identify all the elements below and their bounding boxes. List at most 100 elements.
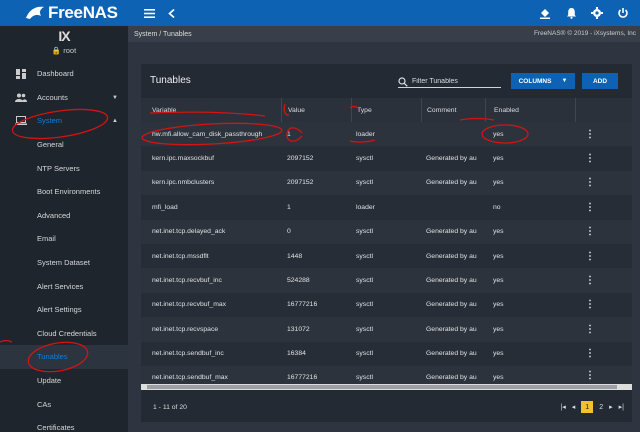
cell-enabled: no [493,203,501,211]
columns-button[interactable]: COLUMNS ▼ [511,73,575,89]
cell-enabled: yes [493,155,504,163]
sidebar-item-accounts[interactable]: Accounts ▼ [0,86,128,110]
page-2-button[interactable]: 2 [599,404,603,411]
row-menu-icon[interactable]: ⋮ [575,275,605,286]
scrollbar-thumb[interactable] [147,385,617,389]
column-header-value[interactable]: Value [281,98,351,122]
column-header-variable[interactable]: Variable [141,98,281,122]
horizontal-scrollbar[interactable] [141,384,632,390]
user-label[interactable]: 🔒 root [0,46,128,55]
table-row[interactable]: net.inet.tcp.sendbuf_inc 16384 sysctl Gener… [141,341,632,366]
table-row[interactable]: kern.ipc.maxsockbuf 2097152 sysctl Generate… [141,146,632,171]
sidebar-item-label: Accounts [37,92,68,102]
sidebar-item-dashboard[interactable]: Dashboard [0,62,128,86]
sidebar-subitem-label: General [37,140,64,150]
chevron-left-icon[interactable] [164,6,178,20]
sidebar-subitem-ntp-servers[interactable]: NTP Servers [0,156,128,180]
tunables-card: Tunables COLUMNS ▼ ADD Variable Value Ty… [141,64,632,422]
column-header-enabled[interactable]: Enabled [485,98,575,122]
sidebar-subitem-alert-services[interactable]: Alert Services [0,274,128,298]
add-button[interactable]: ADD [582,73,618,89]
sidebar-subitem-update[interactable]: Update [0,369,128,393]
sidebar-subitem-cas[interactable]: CAs [0,392,128,416]
dashboard-icon [15,68,27,79]
cell-enabled: yes [493,130,504,138]
next-page-icon[interactable]: ▸ [609,403,613,411]
cell-value: 16777216 [287,373,318,381]
cell-value: 16384 [287,350,306,358]
table-row[interactable]: hw.mfi.allow_cam_disk_passthrough 1 loader… [141,122,632,147]
sidebar-subitem-system-dataset[interactable]: System Dataset [0,251,128,275]
table-row[interactable]: kern.ipc.nmbclusters 2097152 sysctl Generat… [141,170,632,196]
cell-type: sysctl [356,277,373,285]
sidebar-subitem-cloud-credentials[interactable]: Cloud Credentials [0,322,128,346]
row-menu-icon[interactable]: ⋮ [575,370,605,381]
sidebar-subitem-label: Advanced [37,210,71,220]
sidebar-subitem-label: Tunables [37,352,68,362]
breadcrumb-path[interactable]: System / Tunables [134,31,192,38]
cell-comment: Generated by au [426,373,477,381]
sidebar-subitem-label: Update [37,376,62,386]
row-menu-icon[interactable]: ⋮ [575,202,605,213]
column-header-type[interactable]: Type [351,98,421,122]
paint-bucket-icon[interactable] [538,6,552,20]
row-menu-icon[interactable]: ⋮ [575,129,605,140]
row-menu-icon[interactable]: ⋮ [575,324,605,335]
first-page-icon[interactable]: |◂ [560,403,565,411]
table-row[interactable]: net.inet.tcp.recvbuf_inc 524288 sysctl Gene… [141,268,632,293]
copyright-text: FreeNAS® © 2019 - iXsystems, Inc [533,30,636,37]
search-input[interactable] [412,78,497,85]
sidebar: IX 🔒 root Dashboard Accounts ▼ System ▲ … [0,26,128,432]
cell-value: 1 [287,203,291,211]
page-1-button[interactable]: 1 [581,401,594,413]
cell-enabled: yes [493,301,504,309]
cell-type: sysctl [356,325,373,333]
sidebar-subitem-boot-environments[interactable]: Boot Environments [0,180,128,204]
row-menu-icon[interactable]: ⋮ [575,299,605,310]
pagination-bar: 1 - 11 of 20 |◂ ◂ 1 2 ▸ ▸| [141,400,632,418]
table-row[interactable]: net.inet.tcp.recvbuf_max 16777216 sysctl Ge… [141,292,632,318]
prev-page-icon[interactable]: ◂ [572,403,576,411]
row-menu-icon[interactable]: ⋮ [575,251,605,262]
gear-icon[interactable] [590,6,604,20]
cell-comment: Generated by au [426,301,477,309]
top-bar: FreeNAS [0,0,640,26]
sidebar-item-system[interactable]: System ▲ [0,109,128,133]
sidebar-subitem-label: CAs [37,399,52,409]
sidebar-subitem-advanced[interactable]: Advanced [0,204,128,228]
cell-type: sysctl [356,155,373,163]
row-menu-icon[interactable]: ⋮ [575,177,605,188]
logo-text: FreeNAS [48,3,118,22]
row-menu-icon[interactable]: ⋮ [575,226,605,237]
column-header-comment[interactable]: Comment [421,98,485,122]
cell-enabled: yes [493,373,504,381]
cell-type: sysctl [356,228,373,236]
table-row[interactable]: net.inet.tcp.sendbuf_max 16777216 sysctl Ge… [141,365,632,384]
table-row[interactable]: mfi_load 1 loader no ⋮ [141,195,632,220]
sidebar-subitem-general[interactable]: General [0,133,128,157]
sidebar-subitem-certificates[interactable]: Certificates [0,416,128,432]
cell-variable: net.inet.tcp.recvbuf_max [152,301,227,309]
caret-down-icon: ▼ [561,78,568,84]
cell-value: 1448 [287,252,303,260]
table-row[interactable]: net.inet.tcp.recvspace 131072 sysctl Genera… [141,317,632,342]
ix-logo: IX [58,28,70,44]
table-row[interactable]: net.inet.tcp.mssdflt 1448 sysctl Generated … [141,243,632,269]
row-menu-icon[interactable]: ⋮ [575,348,605,359]
sidebar-item-label: Dashboard [37,69,74,79]
caret-up-icon: ▲ [112,118,118,125]
table-row[interactable]: net.inet.tcp.delayed_ack 0 sysctl Generated… [141,219,632,244]
search-box [398,76,501,88]
power-icon[interactable] [616,6,630,20]
freenas-logo[interactable]: FreeNAS [0,0,128,26]
sidebar-subitem-tunables[interactable]: Tunables [0,345,128,369]
bell-icon[interactable] [564,6,578,20]
sidebar-subitem-email[interactable]: Email [0,227,128,251]
cell-type: sysctl [356,179,373,187]
sidebar-subitem-alert-settings[interactable]: Alert Settings [0,298,128,322]
people-icon [15,92,27,102]
cell-value: 16777216 [287,301,318,309]
hamburger-icon[interactable] [142,6,156,20]
last-page-icon[interactable]: ▸| [619,403,624,411]
row-menu-icon[interactable]: ⋮ [575,153,605,164]
